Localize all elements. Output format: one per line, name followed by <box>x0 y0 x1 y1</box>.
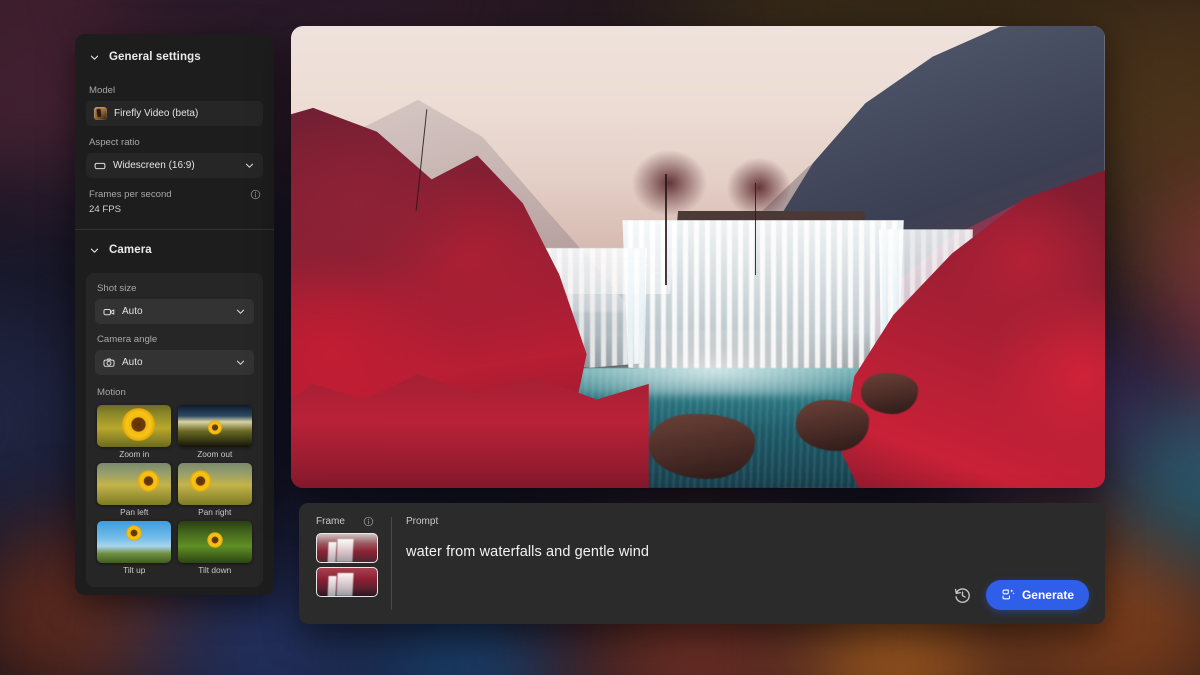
photo-camera-icon <box>103 357 115 369</box>
chevron-down-icon <box>89 52 100 63</box>
chevron-down-icon <box>89 245 100 256</box>
sunflower-field-zoom-out-thumbnail <box>178 405 252 447</box>
general-settings-title: General settings <box>109 51 201 63</box>
foreground-rock-1 <box>649 414 755 479</box>
chevron-down-icon <box>244 160 255 171</box>
prompt-column: Prompt water from waterfalls and gentle … <box>392 503 1105 624</box>
fps-label: Frames per second <box>89 189 172 200</box>
prompt-bar: Frame Prompt water from waterfalls and g… <box>299 503 1105 624</box>
settings-sidebar: General settings Model Firefly Video (be… <box>75 34 274 595</box>
camera-section-header[interactable]: Camera <box>75 233 274 267</box>
generate-button-label: Generate <box>1022 588 1074 602</box>
camera-angle-label-row: Camera angle <box>86 334 263 345</box>
motion-option-tilt-up[interactable]: Tilt up <box>97 521 172 575</box>
motion-option-label: Pan right <box>198 508 231 517</box>
motion-option-label: Pan left <box>120 508 148 517</box>
frame-label: Frame <box>316 516 345 527</box>
info-icon[interactable] <box>363 516 374 527</box>
motion-option-zoom-out[interactable]: Zoom out <box>178 405 253 459</box>
camera-angle-select[interactable]: Auto <box>95 350 254 375</box>
frame-thumbnail-list <box>316 533 391 597</box>
model-value: Firefly Video (beta) <box>114 108 255 119</box>
aspect-ratio-label: Aspect ratio <box>89 137 140 148</box>
section-divider <box>75 229 274 230</box>
prompt-input[interactable]: water from waterfalls and gentle wind <box>406 544 1105 560</box>
model-selector[interactable]: Firefly Video (beta) <box>86 101 263 126</box>
sparkle-generate-icon <box>1001 588 1015 602</box>
motion-option-label: Zoom in <box>119 450 149 459</box>
aspect-ratio-icon <box>94 160 106 172</box>
frame-thumbnail-1[interactable] <box>316 533 378 563</box>
aspect-ratio-select[interactable]: Widescreen (16:9) <box>86 153 263 178</box>
motion-option-label: Tilt up <box>123 566 145 575</box>
history-clock-icon[interactable] <box>953 586 972 605</box>
generate-button[interactable]: Generate <box>986 580 1089 610</box>
fps-value: 24 FPS <box>75 204 274 215</box>
frame-column: Frame <box>299 503 391 624</box>
info-icon[interactable] <box>250 189 261 200</box>
aspect-ratio-value: Widescreen (16:9) <box>113 160 237 171</box>
camera-angle-value: Auto <box>122 357 228 368</box>
shot-size-select[interactable]: Auto <box>95 299 254 324</box>
motion-option-tilt-down[interactable]: Tilt down <box>178 521 253 575</box>
motion-label: Motion <box>86 387 263 398</box>
camera-options-card: Shot size Auto Camera angle Auto <box>86 273 263 587</box>
video-preview-canvas[interactable] <box>291 26 1105 488</box>
camera-section-title: Camera <box>109 244 152 256</box>
motion-option-pan-right[interactable]: Pan right <box>178 463 253 517</box>
motion-option-zoom-in[interactable]: Zoom in <box>97 405 172 459</box>
firefly-model-thumbnail-icon <box>94 107 107 120</box>
chevron-down-icon <box>235 306 246 317</box>
motion-option-pan-left[interactable]: Pan left <box>97 463 172 517</box>
shot-size-label: Shot size <box>97 283 136 294</box>
preview-scene <box>291 26 1105 488</box>
sunflower-field-pan-right-thumbnail <box>178 463 252 505</box>
prompt-label: Prompt <box>406 516 1105 527</box>
model-label: Model <box>89 85 115 96</box>
motion-options-grid: Zoom in Zoom out Pan left Pan right <box>86 398 263 575</box>
motion-option-label: Tilt down <box>198 566 231 575</box>
sunflower-sky-tilt-up-thumbnail <box>97 521 171 563</box>
shot-size-label-row: Shot size <box>86 283 263 294</box>
fps-label-row: Frames per second <box>75 189 274 200</box>
motion-option-label: Zoom out <box>197 450 232 459</box>
general-settings-header[interactable]: General settings <box>75 40 274 74</box>
frame-header: Frame <box>316 516 391 527</box>
sunflower-field-pan-left-thumbnail <box>97 463 171 505</box>
chevron-down-icon <box>235 357 246 368</box>
foreground-rock-3 <box>861 373 918 415</box>
sunflower-field-zoom-in-thumbnail <box>97 405 171 447</box>
camera-angle-label: Camera angle <box>97 334 157 345</box>
video-camera-icon <box>103 306 115 318</box>
sunflower-grass-tilt-down-thumbnail <box>178 521 252 563</box>
aspect-ratio-label-row: Aspect ratio <box>75 137 274 148</box>
prompt-actions: Generate <box>953 580 1089 610</box>
model-label-row: Model <box>75 85 274 96</box>
shot-size-value: Auto <box>122 306 228 317</box>
frame-thumbnail-2[interactable] <box>316 567 378 597</box>
